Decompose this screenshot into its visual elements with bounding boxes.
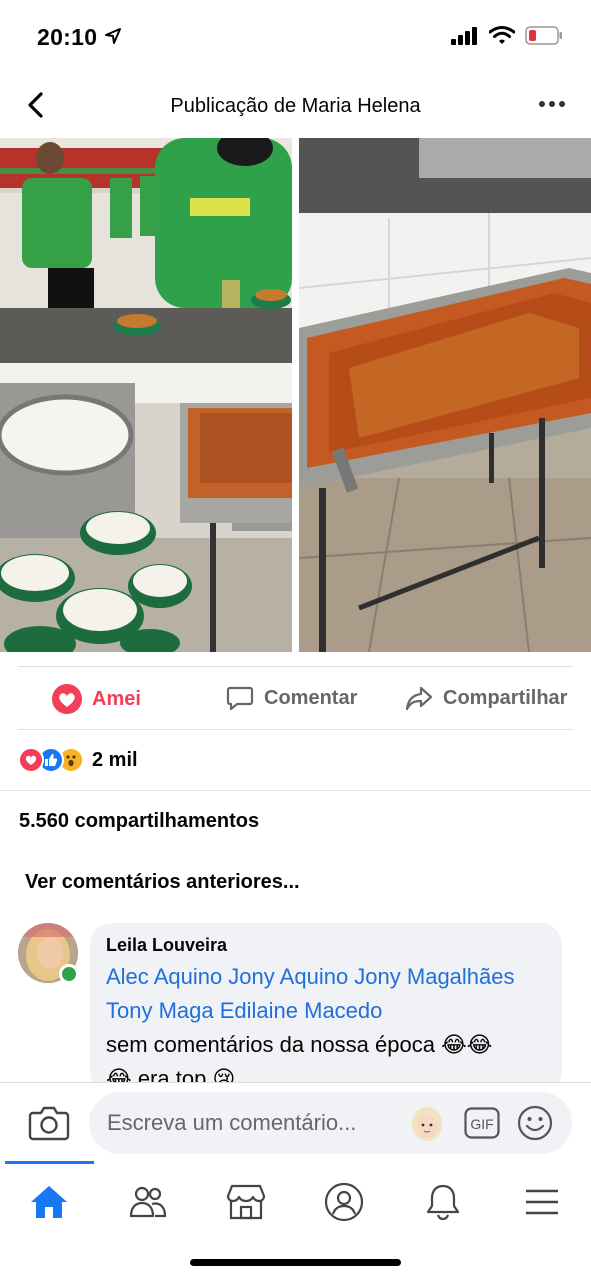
comment-tags[interactable]: Alec Aquino Jony Aquino Jony Magalhães T…	[106, 964, 515, 1023]
active-tab-indicator	[5, 1161, 94, 1164]
comment-text: sem comentários da nossa época 😂😂	[106, 1032, 493, 1057]
post-actions: Amei Comentar Compartilhar	[0, 672, 591, 726]
comment-bubble-icon	[226, 686, 254, 711]
love-reaction-icon	[18, 747, 44, 773]
comment-body: Alec Aquino Jony Aquino Jony Magalhães T…	[106, 960, 546, 1093]
menu-icon[interactable]	[520, 1180, 564, 1224]
location-arrow-icon	[105, 28, 121, 44]
comment-composer: Escreva um comentário... GIF	[0, 1082, 591, 1164]
avatar-sticker-icon[interactable]	[409, 1104, 445, 1142]
comment-label: Comentar	[264, 686, 358, 709]
more-horizontal-icon[interactable]	[537, 92, 567, 116]
love-reaction-icon	[52, 684, 82, 714]
bottom-navigation	[0, 1166, 591, 1236]
wifi-icon	[489, 26, 515, 44]
divider	[18, 729, 573, 730]
notifications-icon[interactable]	[421, 1180, 465, 1224]
love-label: Amei	[92, 687, 141, 710]
divider	[18, 666, 573, 667]
home-icon[interactable]	[27, 1180, 71, 1224]
comment-bubble[interactable]: Leila Louveira Alec Aquino Jony Aquino J…	[90, 923, 562, 1093]
shares-count[interactable]: 5.560 compartilhamentos	[19, 810, 259, 833]
friends-icon[interactable]	[126, 1180, 170, 1224]
reaction-count: 2 mil	[92, 748, 138, 771]
battery-low-icon	[525, 26, 562, 45]
post-header: Publicação de Maria Helena	[0, 78, 591, 134]
post-photos	[0, 138, 591, 652]
love-button[interactable]: Amei	[52, 684, 141, 714]
comment-button[interactable]: Comentar	[226, 684, 357, 712]
page-title: Publicação de Maria Helena	[170, 95, 421, 117]
divider	[0, 790, 591, 791]
status-time: 20:10	[37, 24, 98, 50]
view-previous-comments[interactable]: Ver comentários anteriores...	[25, 871, 300, 894]
emoji-icon[interactable]	[517, 1105, 553, 1141]
photo-cafeteria[interactable]	[0, 138, 292, 652]
share-label: Compartilhar	[443, 686, 568, 709]
share-button[interactable]: Compartilhar	[405, 684, 567, 712]
marketplace-icon[interactable]	[224, 1180, 268, 1224]
signal-icon	[451, 26, 477, 45]
comment-placeholder: Escreva um comentário...	[107, 1110, 357, 1135]
comment-input[interactable]: Escreva um comentário... GIF	[89, 1092, 572, 1154]
comment-author[interactable]: Leila Louveira	[106, 935, 546, 956]
home-indicator	[190, 1259, 401, 1266]
gif-label: GIF	[470, 1116, 493, 1132]
photo-pizza-tray[interactable]	[299, 138, 591, 652]
share-arrow-icon	[405, 686, 433, 711]
profile-icon[interactable]	[322, 1180, 366, 1224]
status-bar: 20:10	[0, 0, 591, 70]
camera-icon[interactable]	[28, 1103, 70, 1143]
reactions-summary[interactable]: 2 mil	[18, 745, 138, 775]
gif-button[interactable]: GIF	[464, 1107, 500, 1139]
online-status-dot	[59, 964, 79, 984]
